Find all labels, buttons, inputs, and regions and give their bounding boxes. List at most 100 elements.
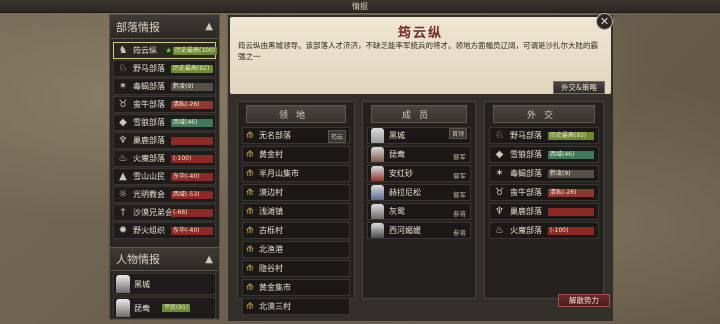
tribes-section-header[interactable]: 部落情报 ▲ <box>110 15 219 39</box>
tribe-item[interactable]: ◆ 雪狼部落 西域(46) <box>113 114 216 131</box>
people-section-title: 人物情报 <box>116 253 160 266</box>
member-item[interactable]: 西河媚媛 参将 <box>367 222 471 239</box>
tribe-item[interactable]: † 沙漠兄弟会 (-66) <box>113 204 216 221</box>
person-item[interactable]: 琵鸯 平民(91) <box>113 297 216 319</box>
diplomacy-item[interactable]: ♆ 巢鹿部落 <box>489 203 599 220</box>
member-name: 琵鸯 <box>389 150 405 159</box>
diplomacy-item[interactable]: ♨ 火魔部落 (-100) <box>489 222 599 239</box>
diplomacy-column: 外交 ♘ 野马部落 历史最高(92) ◆ 雪狼部落 西域(46) ✶ 毒蝎部落 黔凌(9) ♉ 蛮牛… <box>484 101 604 299</box>
territory-item[interactable]: ⟰ 黄金村 <box>242 146 350 163</box>
member-role: 参将 <box>453 229 466 237</box>
tribe-name: 光明教会 <box>133 190 165 199</box>
tribe-name: 野马部落 <box>133 64 165 73</box>
fire-icon: ✹ <box>118 225 128 236</box>
territory-column: 领地 ⟰ 无名部落 筠云 ⟰ 黄金村 ⟰ 半月山集市 ⟰ 漠边村 ⟰ 浅滩镇 ⟰ 古栎村 ⟰ 北渔港 ⟰ 隐谷村… <box>237 101 355 315</box>
tribe-list: ♞ 筠云纵 ★ 历史最高(100) ♘ 野马部落 历史最高(92) ✶ 毒蝎部落 黔凌(9) ♉ 蛮牛… <box>110 39 219 239</box>
people-list: 黑城 琵鸯 平民(91) <box>110 273 219 319</box>
relation-badge: 东华(-40) <box>171 172 213 181</box>
relation-badge <box>548 207 594 216</box>
scorpion-icon: ✶ <box>118 81 128 92</box>
chevron-up-icon[interactable]: ▲ <box>205 21 213 32</box>
leader-tag: 首领 <box>448 128 467 139</box>
intel-sidebar: 部落情报 ▲ ♞ 筠云纵 ★ 历史最高(100) ♘ 野马部落 历史最高(92) ✶ 毒蝎部落黔… <box>109 14 220 320</box>
diplomacy-faction-name: 巢鹿部落 <box>510 207 542 216</box>
tribe-item[interactable]: ▲ 雪山山民 东华(-40) <box>113 168 216 185</box>
tribe-item[interactable]: ♉ 蛮牛部落 清私(-26) <box>113 96 216 113</box>
territory-name: 半月山集市 <box>259 169 299 178</box>
members-list: 黑城 首领琵鸯 督军安红砂 督军赫拉尼松 督军 灰鸳 参将西河媚媛 参将 <box>363 127 475 239</box>
faction-info-dialog: 筠云纵 筠云纵由黑城领导。该部落人才济济，不缺乏能率军统兵的将才。领地方面幅员辽… <box>227 14 614 322</box>
deer-icon: ♆ <box>495 206 504 217</box>
relation-badge: 黔凌(9) <box>171 82 213 91</box>
territory-name: 漠边村 <box>259 188 283 197</box>
tribe-item[interactable]: ♆ 巢鹿部落 <box>113 132 216 149</box>
member-item[interactable]: 琵鸯 督军 <box>367 146 471 163</box>
diplomacy-faction-name: 雪狼部落 <box>510 150 542 159</box>
tribe-name: 蛮牛部落 <box>133 100 165 109</box>
territory-item[interactable]: ⟰ 半月山集市 <box>242 165 350 182</box>
deer-icon: ♆ <box>118 135 128 146</box>
relation-badge: 清私(-26) <box>548 188 594 197</box>
territory-item[interactable]: ⟰ 漠边村 <box>242 184 350 201</box>
member-item[interactable]: 赫拉尼松 督军 <box>367 184 471 201</box>
territory-icon: ⟰ <box>246 263 254 274</box>
diplomacy-faction-name: 毒蝎部落 <box>510 169 542 178</box>
tribe-item[interactable]: ♞ 筠云纵 ★ 历史最高(100) <box>113 42 218 59</box>
tribe-item[interactable]: ✹ 野火组织 东华(-40) <box>113 222 216 239</box>
relation-badge: (-100) <box>171 154 213 163</box>
people-section-header[interactable]: 人物情报 ▲ <box>110 247 219 271</box>
relation-badge: 历史最高(92) <box>548 131 594 140</box>
sun-icon: ☼ <box>118 189 128 200</box>
bull-icon: ♉ <box>495 187 504 198</box>
warrior-icon: ♞ <box>118 45 128 56</box>
avatar <box>371 128 384 143</box>
diplomacy-faction-name: 火魔部落 <box>510 226 542 235</box>
wolf-icon: ◆ <box>495 149 504 160</box>
diplomacy-item[interactable]: ♉ 蛮牛部落 清私(-26) <box>489 184 599 201</box>
territory-icon: ⟰ <box>246 187 254 198</box>
tribe-name: 雪狼部落 <box>133 118 165 127</box>
tribe-item[interactable]: ✶ 毒蝎部落 黔凌(9) <box>113 78 216 95</box>
scorpion-icon: ✶ <box>495 168 504 179</box>
territory-icon: ⟰ <box>246 244 254 255</box>
faction-title: 筠云纵 <box>397 26 443 41</box>
territory-header: 领地 <box>246 105 346 123</box>
relation-badge: 西域(46) <box>548 150 594 159</box>
territory-name: 北漠三村 <box>259 302 291 311</box>
territory-item[interactable]: ⟰ 无名部落 筠云 <box>242 127 350 144</box>
diplomacy-item[interactable]: ✶ 毒蝎部落 黔凌(9) <box>489 165 599 182</box>
territory-list[interactable]: ⟰ 无名部落 筠云 ⟰ 黄金村 ⟰ 半月山集市 ⟰ 漠边村 ⟰ 浅滩镇 ⟰ 古栎村 ⟰ 北渔港 ⟰ 隐谷村 ⟰ 黄金… <box>238 127 354 315</box>
territory-item[interactable]: ⟰ 北漠三村 <box>242 298 350 315</box>
territory-icon: ⟰ <box>246 206 254 217</box>
territory-item[interactable]: ⟰ 古栎村 <box>242 222 350 239</box>
territory-item[interactable]: ⟰ 隐谷村 <box>242 260 350 277</box>
member-item[interactable]: 安红砂 督军 <box>367 165 471 182</box>
release-faction-button[interactable]: 解散势力 <box>558 294 610 307</box>
territory-item[interactable]: ⟰ 黄金集市 <box>242 279 350 296</box>
tribe-item[interactable]: ♘ 野马部落 历史最高(92) <box>113 60 216 77</box>
tribe-item[interactable]: ☼ 光明教会 西域(-53) <box>113 186 216 203</box>
diplomacy-item[interactable]: ♘ 野马部落 历史最高(92) <box>489 127 599 144</box>
member-item[interactable]: 黑城 首领 <box>367 127 471 144</box>
diplomacy-strategy-button[interactable]: 外交&策略 <box>553 81 605 94</box>
chevron-up-icon[interactable]: ▲ <box>205 254 213 265</box>
person-item[interactable]: 黑城 <box>113 273 216 295</box>
tribe-item[interactable]: ♨ 火魔部落 (-100) <box>113 150 216 167</box>
member-name: 黑城 <box>389 131 405 140</box>
horse-icon: ♘ <box>118 63 128 74</box>
tribe-name: 雪山山民 <box>133 172 165 181</box>
territory-item[interactable]: ⟰ 浅滩镇 <box>242 203 350 220</box>
faction-description: 筠云纵由黑城领导。该部落人才济济，不缺乏能率军统兵的将才。领地方面幅员辽阔，可谓… <box>238 41 598 61</box>
relation-badge: 东华(-40) <box>171 226 213 235</box>
member-item[interactable]: 灰鸳 参将 <box>367 203 471 220</box>
relation-badge: (-66) <box>171 208 213 217</box>
avatar <box>116 275 130 293</box>
bull-icon: ♉ <box>118 99 128 110</box>
top-bar-title: 情报 <box>352 2 368 11</box>
diplomacy-item[interactable]: ◆ 雪狼部落 西域(46) <box>489 146 599 163</box>
territory-icon: ⟰ <box>246 130 254 141</box>
tribe-name: 毒蝎部落 <box>133 82 165 91</box>
territory-item[interactable]: ⟰ 北渔港 <box>242 241 350 258</box>
close-icon[interactable]: ✕ <box>596 13 613 30</box>
flame-icon: ♨ <box>118 153 128 164</box>
